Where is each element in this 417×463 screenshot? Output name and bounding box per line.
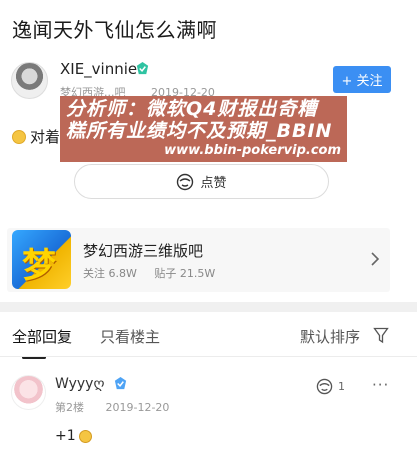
section-divider [0, 302, 417, 312]
forum-logo-icon: 梦 [12, 230, 71, 289]
reply-like-button[interactable]: 1 [316, 378, 345, 395]
tab-op-only[interactable]: 只看楼主 [100, 326, 160, 347]
verified-badge-icon [136, 61, 149, 75]
watermark-line1: 分析师：微软Q4财报出奇糟 [66, 98, 318, 120]
reply-like-count: 1 [338, 380, 345, 393]
watermark-url: www.bbin-pokervip.com [164, 143, 341, 158]
forum-logo-glyph: 梦 [22, 246, 56, 286]
like-icon [177, 173, 194, 190]
forum-posts: 贴子 21.5W [154, 267, 216, 280]
forum-stats: 关注 6.8W 贴子 21.5W [83, 265, 229, 281]
reply-verified-badge-icon [114, 376, 127, 390]
reply-floor: 第2楼 [55, 401, 84, 414]
tabs-divider [0, 356, 417, 357]
watermark-overlay: 分析师：微软Q4财报出奇糟 糕所有业绩均不及预期_BBIN www.bbin-p… [60, 96, 347, 162]
post-body: 对着 [12, 126, 60, 147]
reply-meta: 第2楼 2019-12-20 [55, 399, 187, 415]
smile-emoji-icon [12, 129, 26, 144]
reply-date: 2019-12-20 [105, 401, 170, 414]
post-title: 逸闻天外飞仙怎么满啊 [12, 18, 217, 42]
reply-user-avatar[interactable] [11, 375, 46, 410]
reply-user-name[interactable]: Wyyyღ [55, 376, 104, 392]
tab-all-replies[interactable]: 全部回复 [12, 326, 72, 347]
watermark-line2: 糕所有业绩均不及预期_BBIN [66, 120, 333, 142]
like-label: 点赞 [200, 176, 227, 191]
reply-body: +1 [55, 428, 92, 444]
forum-name: 梦幻西游三维版吧 [83, 242, 204, 260]
more-options-icon[interactable]: ··· [372, 376, 389, 394]
author-name[interactable]: XIE_vinnie [60, 60, 137, 78]
reply-tabs: 全部回复 只看楼主 默认排序 [0, 312, 417, 359]
chevron-right-icon [371, 252, 380, 266]
clap-emoji-icon [78, 429, 92, 443]
forum-card[interactable]: 梦 梦幻西游三维版吧 关注 6.8W 贴子 21.5W [7, 228, 390, 292]
reply-like-icon [316, 378, 333, 395]
filter-icon[interactable] [373, 327, 389, 344]
author-avatar[interactable] [11, 62, 48, 99]
follow-button[interactable]: + 关注 [333, 66, 391, 93]
sort-dropdown[interactable]: 默认排序 [300, 326, 360, 347]
reply-text: +1 [55, 428, 76, 444]
post-body-text: 对着 [30, 128, 61, 146]
forum-follows: 关注 6.8W [83, 267, 137, 280]
like-button[interactable]: 点赞 [74, 164, 329, 199]
